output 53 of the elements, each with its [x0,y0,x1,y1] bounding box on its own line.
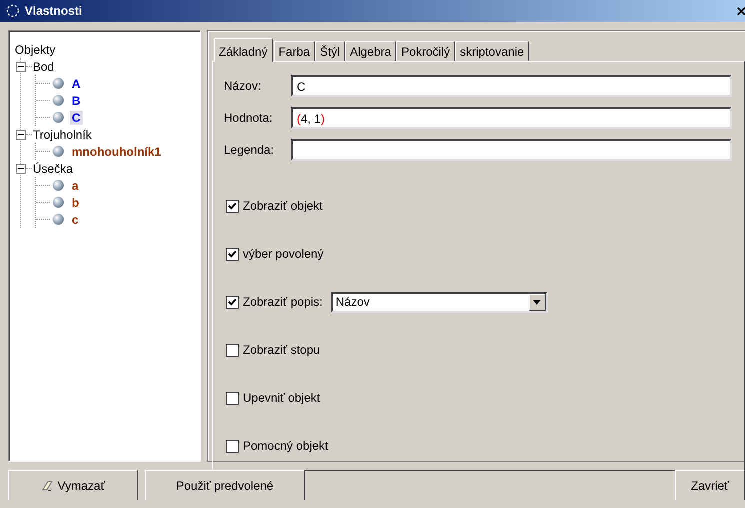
tree-item[interactable]: Úsečka [32,162,74,176]
window-title: Vlastnosti [25,4,84,18]
tree-item[interactable]: C [70,110,83,124]
checkbox-label: Zobraziť objekt [243,199,323,213]
checkbox-label: Zobraziť stopu [243,343,320,357]
checkbox[interactable] [226,296,239,308]
tab[interactable]: Algebra [345,41,396,61]
tab[interactable]: Základný [214,38,273,62]
collapse-icon[interactable] [16,130,26,140]
checkbox[interactable] [226,344,239,356]
collapse-icon[interactable] [16,62,26,72]
dropdown[interactable]: Názov [330,292,548,312]
sphere-icon [53,95,64,106]
sphere-icon [53,180,64,191]
close-icon[interactable] [737,5,745,17]
text-field[interactable] [291,138,732,160]
field-label: Hodnota: [224,110,274,124]
checkbox[interactable] [226,200,239,212]
tree-item[interactable]: mnohouholník1 [70,144,164,158]
tree-item[interactable]: A [70,76,83,90]
checkbox-label: výber povolený [243,247,324,261]
tree-item[interactable]: B [70,94,83,108]
sphere-icon [53,78,64,89]
footer-button[interactable]: Zavrieť [675,470,745,500]
checkbox-label: Pomocný objekt [243,439,328,453]
dropdown-arrow-icon [533,300,542,304]
text-field[interactable]: (4, 1) [291,106,732,128]
tree-item[interactable]: c [70,212,81,226]
sphere-icon [53,197,64,208]
tab[interactable]: skriptovanie [455,41,530,61]
tree-root: Objekty [15,42,57,58]
sphere-icon [53,146,64,157]
checkbox[interactable] [226,392,239,404]
sphere-icon [53,214,64,225]
sphere-icon [53,112,64,123]
field-label: Legenda: [224,142,276,156]
app-icon [6,4,20,18]
footer-button[interactable]: Použiť predvolené [145,470,305,500]
tab[interactable]: Farba [274,41,316,61]
tab[interactable]: Štýl [315,41,346,61]
footer-button[interactable]: Vymazať [8,470,138,500]
checkbox-label: Upevniť objekt [243,391,320,405]
text-field[interactable]: C [291,74,732,96]
checkbox-label: Zobraziť popis: [243,295,323,309]
tree-item[interactable]: Bod [32,60,54,74]
checkbox[interactable] [226,248,239,260]
tree-item[interactable]: b [70,196,82,210]
tree-item[interactable]: Trojuholník [32,128,92,142]
checkbox[interactable] [226,440,239,452]
tab[interactable]: Pokročilý [396,41,456,61]
field-label: Názov: [224,78,262,92]
collapse-icon[interactable] [16,164,26,174]
tree-item[interactable]: a [70,178,81,192]
